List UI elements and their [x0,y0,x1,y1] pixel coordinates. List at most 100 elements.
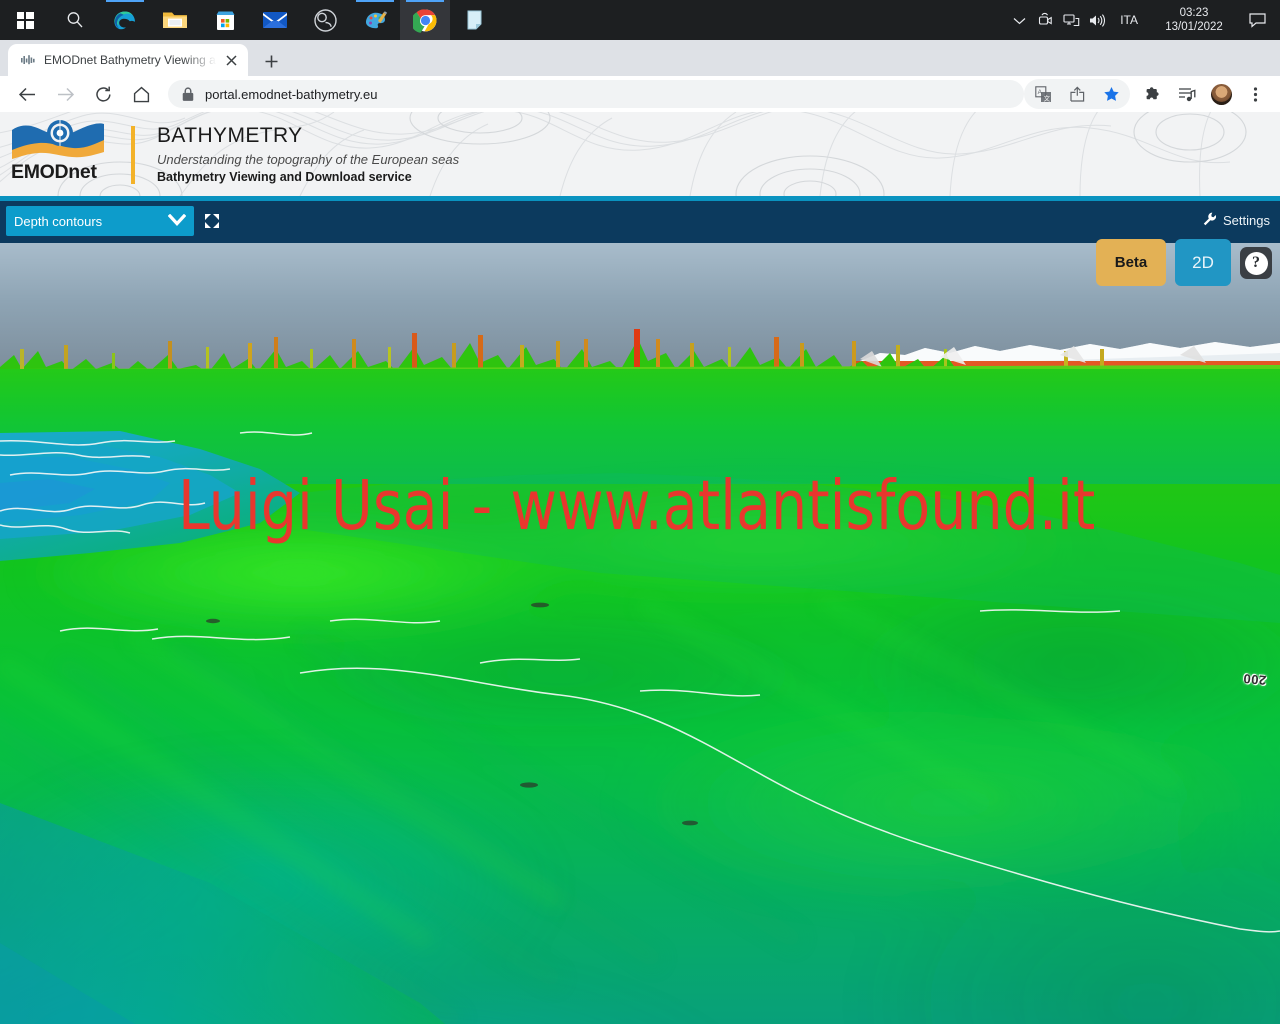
volume-button[interactable] [1084,0,1110,40]
network-button[interactable] [1058,0,1084,40]
forward-arrow-icon [57,87,74,101]
browser-toolbar: portal.emodnet-bathymetry.eu A 文 [0,76,1280,112]
start-button[interactable] [0,0,50,40]
svg-text:文: 文 [1043,93,1050,102]
clock-time: 03:23 [1179,7,1209,19]
reload-button[interactable] [86,77,120,111]
lock-icon [182,87,194,101]
layer-select[interactable]: Depth contours [6,206,194,236]
clock[interactable]: 03:23 13/01/2022 [1148,6,1240,34]
page-title: BATHYMETRY [157,124,303,147]
search-icon [67,12,83,28]
system-tray: ITA 03:23 13/01/2022 [1006,0,1280,40]
home-button[interactable] [124,77,158,111]
fullscreen-icon [205,214,219,228]
sticky-notes-icon [467,10,482,30]
extensions-puzzle-icon [1146,86,1159,99]
folder-icon [163,12,187,28]
file-explorer-button[interactable] [150,0,200,40]
help-button[interactable]: ? [1240,247,1272,279]
share-button[interactable] [1062,79,1092,109]
brand-block: EMODnet BATHYMETRY Understanding the top… [8,116,459,184]
address-bar[interactable]: portal.emodnet-bathymetry.eu [168,80,1024,108]
chrome-icon [412,8,436,33]
fullscreen-button[interactable] [202,211,222,231]
taskbar-app-list [0,0,500,40]
new-tab-button[interactable] [258,48,284,74]
site-service-name: Bathymetry Viewing and Download service [157,170,412,184]
profile-button[interactable] [1206,79,1236,109]
bookmark-star-icon [1103,86,1119,101]
view-mode-toggle[interactable]: 2D [1175,239,1231,286]
settings-label: Settings [1223,213,1270,228]
notification-center-button[interactable] [1240,0,1274,40]
store-icon [216,11,234,30]
back-arrow-icon [18,87,35,101]
beta-badge[interactable]: Beta [1096,239,1166,286]
emodnet-logo[interactable]: EMODnet [8,116,113,184]
browser-tab-strip: EMODnet Bathymetry Viewing an [0,40,1280,104]
address-bar-url: portal.emodnet-bathymetry.eu [205,86,378,102]
chrome-menu-icon [1253,86,1257,102]
sticky-notes-button[interactable] [450,0,500,40]
mail-button[interactable] [250,0,300,40]
search-button[interactable] [50,0,100,40]
settings-button[interactable]: Settings [1203,212,1270,229]
paint-button[interactable] [350,0,400,40]
browser-tab[interactable]: EMODnet Bathymetry Viewing an [8,44,248,76]
reload-icon [95,86,111,102]
obs-studio-icon [313,8,337,32]
network-icon [1063,13,1079,26]
back-button[interactable] [10,77,44,111]
translate-button[interactable]: A 文 [1028,79,1058,109]
wrench-icon [1203,212,1217,229]
close-icon [225,54,237,66]
mail-icon [263,12,287,28]
chevron-down-icon [167,213,187,229]
site-titles: BATHYMETRY Understanding the topography … [157,124,459,184]
clock-date: 13/01/2022 [1165,21,1223,33]
toolbar-actions: A 文 [1024,79,1280,109]
paint-icon [365,10,387,28]
chrome-button[interactable] [400,0,450,40]
media-control-button[interactable] [1172,79,1202,109]
camera-privacy-button[interactable] [1032,0,1058,40]
close-tab-button[interactable] [222,51,240,69]
layer-select-value: Depth contours [14,213,103,229]
bathymetry-3d-viewport[interactable] [0,243,1280,1024]
emodnet-logo-text: EMODnet [11,161,97,183]
avatar [1210,83,1232,105]
language-indicator[interactable]: ITA [1110,13,1148,27]
bookmark-button[interactable] [1096,79,1126,109]
translate-icon: A 文 [1034,85,1051,102]
emodnet-logo-mark [12,120,104,159]
plus-icon [265,55,277,67]
chevron-up-icon [1013,17,1026,24]
windows-taskbar: ITA 03:23 13/01/2022 [0,0,1280,40]
svg-text:A: A [1037,89,1042,96]
extensions-button[interactable] [1138,79,1168,109]
chrome-menu-button[interactable] [1240,79,1270,109]
map-toolbar: Depth contours Settings [0,201,1280,243]
microsoft-store-button[interactable] [200,0,250,40]
obs-button[interactable] [300,0,350,40]
windows-logo-icon [16,11,34,29]
edge-button[interactable] [100,0,150,40]
bathymetry-favicon [21,55,35,65]
camera-privacy-icon [1038,12,1052,25]
brand-divider [131,126,135,184]
omnibox-inline-actions: A 文 [1024,79,1130,109]
depth-contour-label: 200 [1242,671,1267,688]
site-header: EMODnet BATHYMETRY Understanding the top… [0,112,1280,196]
question-mark-icon: ? [1244,251,1268,275]
share-icon [1069,86,1084,102]
tray-overflow-button[interactable] [1006,0,1032,40]
map-overlay-buttons: Beta 2D ? [1096,239,1272,286]
home-icon [133,86,149,102]
site-tagline: Understanding the topography of the Euro… [157,152,460,167]
notification-icon [1248,13,1266,28]
terrain-render [0,243,1280,1024]
browser-tab-title: EMODnet Bathymetry Viewing an [44,53,222,67]
media-control-icon [1179,87,1196,101]
forward-button[interactable] [48,77,82,111]
